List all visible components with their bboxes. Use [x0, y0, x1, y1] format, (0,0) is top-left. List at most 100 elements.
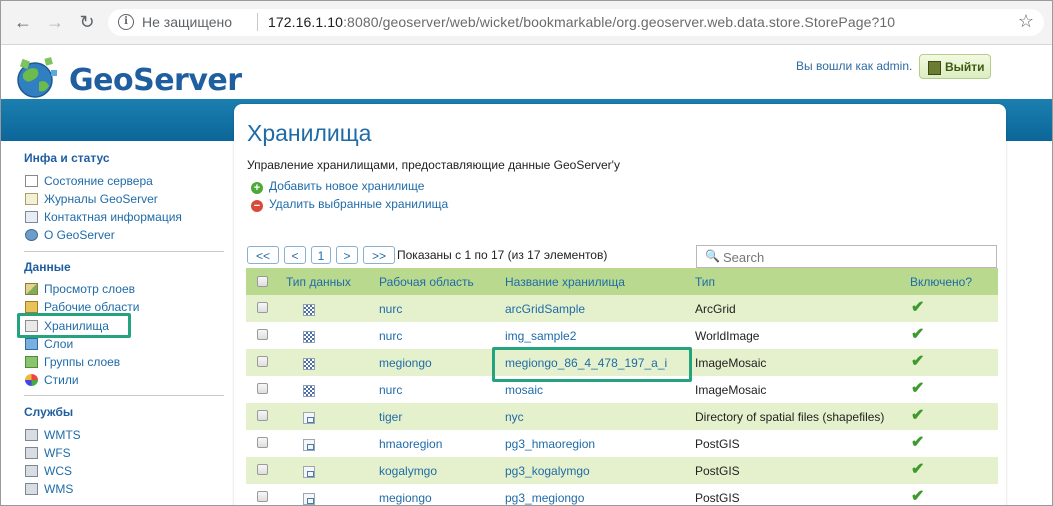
raster-store-icon: [303, 358, 315, 370]
add-icon: +: [251, 182, 263, 194]
vector-store-icon: [303, 493, 315, 505]
store-name-link[interactable]: pg3_kogalymgo: [505, 464, 590, 478]
logout-button[interactable]: Выйти: [919, 54, 991, 79]
enabled-check-icon: ✔: [911, 326, 925, 343]
url-path: :8080/geoserver/web/wicket/bookmarkable/…: [343, 14, 896, 30]
store-type: WorldImage: [695, 329, 760, 343]
table-row: tiger nyc Directory of spatial files (shap…: [246, 403, 998, 430]
pager-page-button[interactable]: 1: [311, 246, 331, 264]
sidebar-item-styles[interactable]: Стили: [25, 373, 79, 387]
select-all-checkbox[interactable]: [257, 276, 268, 287]
row-checkbox[interactable]: [257, 329, 268, 340]
store-type: PostGIS: [695, 491, 740, 505]
workspace-link[interactable]: hmaoregion: [379, 437, 442, 451]
server-status-icon: [25, 175, 38, 187]
sidebar-item-contact[interactable]: Контактная информация: [25, 210, 182, 224]
row-checkbox[interactable]: [257, 437, 268, 448]
pager-first-button[interactable]: <<: [247, 246, 279, 264]
store-name-link[interactable]: mosaic: [505, 383, 543, 397]
reload-icon[interactable]: ↻: [76, 11, 98, 33]
search-box[interactable]: 🔍: [696, 245, 997, 268]
url-text[interactable]: 172.16.1.10:8080/geoserver/web/wicket/bo…: [268, 14, 895, 30]
sidebar-item-layer-groups[interactable]: Группы слоев: [25, 355, 120, 369]
info-icon[interactable]: i: [118, 14, 134, 30]
sidebar-section-info: Инфа и статус: [24, 151, 110, 165]
store-name-link[interactable]: arcGridSample: [505, 302, 585, 316]
row-checkbox[interactable]: [257, 491, 268, 502]
sidebar-item-logs[interactable]: Журналы GeoServer: [25, 192, 158, 206]
row-checkbox[interactable]: [257, 302, 268, 313]
sidebar-menu: Инфа и статус Состояние сервера Журналы …: [1, 141, 233, 505]
workspace-link[interactable]: kogalymgo: [379, 464, 437, 478]
sidebar-item-wms[interactable]: WMS: [25, 482, 73, 496]
column-header-store-name[interactable]: Название хранилища: [505, 275, 625, 289]
row-checkbox[interactable]: [257, 464, 268, 475]
store-type: ImageMosaic: [695, 383, 767, 397]
store-highlight-frame: [492, 347, 692, 382]
sidebar-item-wmts[interactable]: WMTS: [25, 428, 81, 442]
store-name-link[interactable]: nyc: [505, 410, 524, 424]
sidebar-item-layers[interactable]: Слои: [25, 337, 73, 351]
workspace-link[interactable]: tiger: [379, 410, 402, 424]
enabled-check-icon: ✔: [911, 407, 925, 424]
sidebar-item-about[interactable]: О GeoServer: [25, 228, 115, 242]
enabled-check-icon: ✔: [911, 434, 925, 451]
sidebar-item-label: Контактная информация: [44, 210, 182, 224]
logout-icon: [928, 61, 941, 75]
sidebar-item-layer-preview[interactable]: Просмотр слоев: [25, 282, 135, 296]
pager-last-button[interactable]: >>: [363, 246, 395, 264]
column-header-type[interactable]: Тип: [695, 275, 715, 289]
vector-store-icon: [303, 412, 315, 424]
back-icon[interactable]: ←: [12, 11, 34, 33]
pager-prev-button[interactable]: <: [284, 246, 306, 264]
store-name-link[interactable]: pg3_hmaoregion: [505, 437, 595, 451]
bookmark-star-icon[interactable]: ☆: [1018, 11, 1034, 32]
store-type: Directory of spatial files (shapefiles): [695, 410, 885, 424]
sidebar-item-wfs[interactable]: WFS: [25, 446, 71, 460]
sidebar-item-label: WMTS: [44, 428, 81, 442]
add-store-link[interactable]: + Добавить новое хранилище: [251, 179, 424, 194]
sidebar-item-label: Просмотр слоев: [44, 282, 135, 296]
geoserver-logo-text[interactable]: GeoServer: [69, 63, 242, 98]
sidebar-item-server-status[interactable]: Состояние сервера: [25, 174, 153, 188]
page-description: Управление хранилищами, предоставляющие …: [247, 158, 620, 172]
column-header-workspace[interactable]: Рабочая область: [379, 275, 474, 289]
delete-stores-link[interactable]: − Удалить выбранные хранилища: [251, 197, 448, 212]
store-name-link[interactable]: pg3_megiongo: [505, 491, 584, 505]
store-type: PostGIS: [695, 437, 740, 451]
add-store-label: Добавить новое хранилище: [269, 179, 425, 193]
sidebar-item-wcs[interactable]: WCS: [25, 464, 72, 478]
sidebar-item-label: WMS: [44, 482, 74, 496]
geoserver-globe-icon[interactable]: [13, 54, 61, 102]
workspace-link[interactable]: megiongo: [379, 356, 432, 370]
row-checkbox[interactable]: [257, 410, 268, 421]
logs-icon: [25, 193, 38, 205]
browser-toolbar: ← → ↻ i Не защищено 172.16.1.10:8080/geo…: [1, 1, 1052, 45]
sidebar-item-workspaces[interactable]: Рабочие области: [25, 300, 139, 314]
workspace-link[interactable]: megiongo: [379, 491, 432, 505]
workspace-link[interactable]: nurc: [379, 383, 402, 397]
sidebar-item-label: Журналы GeoServer: [44, 192, 158, 206]
workspace-link[interactable]: nurc: [379, 302, 402, 316]
pager-next-button[interactable]: >: [336, 246, 358, 264]
wfs-icon: [25, 447, 38, 459]
row-checkbox[interactable]: [257, 356, 268, 367]
row-checkbox[interactable]: [257, 383, 268, 394]
enabled-check-icon: ✔: [911, 299, 925, 316]
delete-stores-label: Удалить выбранные хранилища: [269, 197, 449, 211]
store-name-link[interactable]: img_sample2: [505, 329, 576, 343]
workspace-link[interactable]: nurc: [379, 329, 402, 343]
contact-icon: [25, 211, 38, 223]
app-header: GeoServer Вы вошли как admin. Выйти: [1, 45, 1052, 99]
search-input[interactable]: [721, 248, 985, 267]
table-row: nurc arcGridSample ArcGrid ✔: [246, 295, 998, 322]
column-header-enabled[interactable]: Включено?: [910, 275, 972, 289]
table-row: kogalymgo pg3_kogalymgo PostGIS ✔: [246, 457, 998, 484]
sidebar-divider: [24, 251, 224, 252]
layer-preview-icon: [25, 283, 38, 295]
vector-store-icon: [303, 466, 315, 478]
column-header-data-type[interactable]: Тип данных: [286, 275, 351, 289]
security-label[interactable]: Не защищено: [142, 14, 232, 30]
address-bar[interactable]: i Не защищено 172.16.1.10:8080/geoserver…: [108, 9, 1044, 36]
forward-icon[interactable]: →: [44, 11, 66, 33]
